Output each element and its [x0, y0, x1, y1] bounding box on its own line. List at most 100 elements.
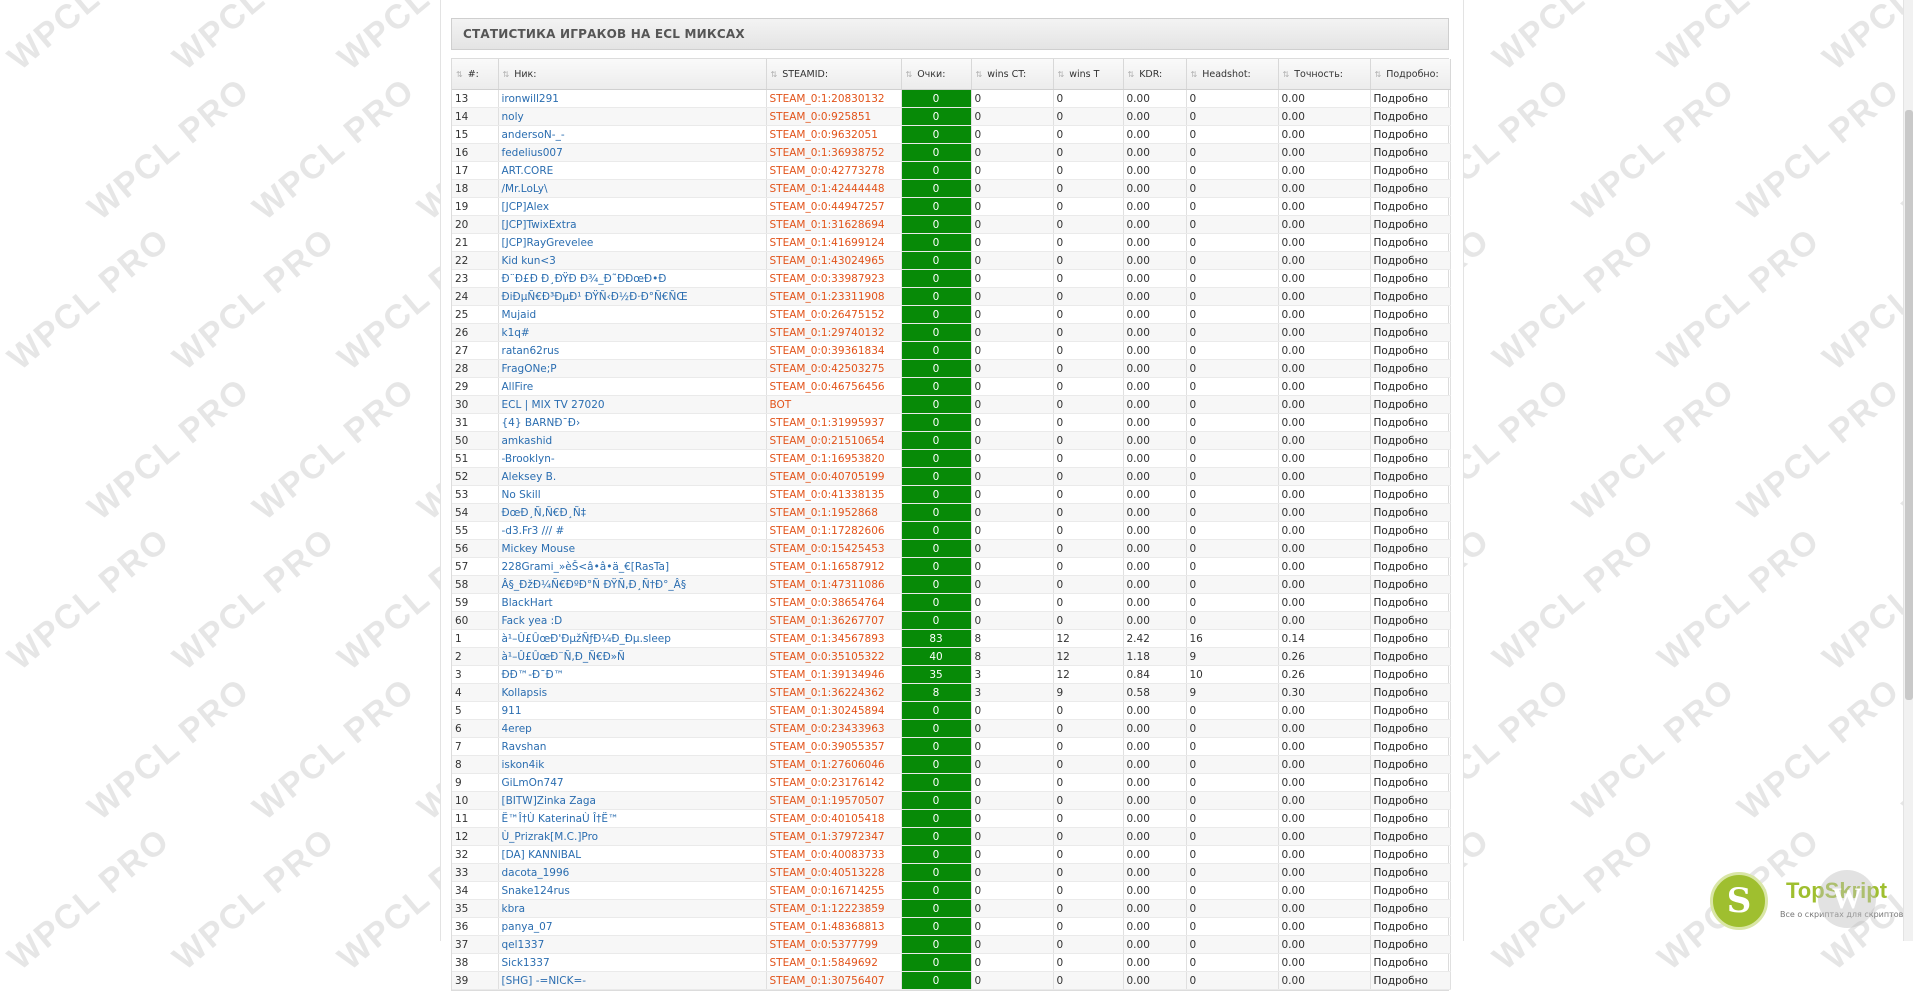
nick-link[interactable]: 4erep	[498, 719, 767, 738]
details-link[interactable]: Подробно	[1370, 791, 1451, 810]
nick-link[interactable]: Mickey Mouse	[498, 539, 767, 558]
nick-link[interactable]: ironwill291	[498, 89, 767, 108]
column-header-accuracy[interactable]: ⇅ Точность:	[1278, 59, 1371, 90]
nick-link[interactable]: GiLmOn747	[498, 773, 767, 792]
details-link[interactable]: Подробно	[1370, 485, 1451, 504]
details-link[interactable]: Подробно	[1370, 143, 1451, 162]
details-link[interactable]: Подробно	[1370, 809, 1451, 828]
nick-link[interactable]: à¹–Û£ÛœÐ¨Ñ‚Ð_Ñ€Ð»Ñ	[498, 647, 767, 666]
nick-link[interactable]: Aleksey B.	[498, 467, 767, 486]
details-link[interactable]: Подробно	[1370, 305, 1451, 324]
details-link[interactable]: Подробно	[1370, 233, 1451, 252]
nick-link[interactable]: qel1337	[498, 935, 767, 954]
nick-link[interactable]: Ravshan	[498, 737, 767, 756]
details-link[interactable]: Подробно	[1370, 539, 1451, 558]
nick-link[interactable]: No Skill	[498, 485, 767, 504]
nick-link[interactable]: FragONe;P	[498, 359, 767, 378]
nick-link[interactable]: Mujaid	[498, 305, 767, 324]
nick-link[interactable]: dacota_1996	[498, 863, 767, 882]
nick-link[interactable]: Ë™Î†Ù KaterinaÙ Î†Ë™	[498, 809, 767, 828]
details-link[interactable]: Подробно	[1370, 161, 1451, 180]
details-link[interactable]: Подробно	[1370, 125, 1451, 144]
details-link[interactable]: Подробно	[1370, 953, 1451, 972]
column-header-rank[interactable]: ⇅ #:	[452, 59, 499, 90]
details-link[interactable]: Подробно	[1370, 467, 1451, 486]
details-link[interactable]: Подробно	[1370, 755, 1451, 774]
nick-link[interactable]: [JCP]RayGrevelee	[498, 233, 767, 252]
nick-link[interactable]: noly	[498, 107, 767, 126]
details-link[interactable]: Подробно	[1370, 737, 1451, 756]
nick-link[interactable]: [BITW]Zinka Zaga	[498, 791, 767, 810]
nick-link[interactable]: [DA] KANNIBAL	[498, 845, 767, 864]
details-link[interactable]: Подробно	[1370, 899, 1451, 918]
column-header-wins-t[interactable]: ⇅ wins T	[1053, 59, 1124, 90]
details-link[interactable]: Подробно	[1370, 287, 1451, 306]
details-link[interactable]: Подробно	[1370, 593, 1451, 612]
details-link[interactable]: Подробно	[1370, 89, 1451, 108]
nick-link[interactable]: ART.CORE	[498, 161, 767, 180]
nick-link[interactable]: k1q#	[498, 323, 767, 342]
details-link[interactable]: Подробно	[1370, 863, 1451, 882]
details-link[interactable]: Подробно	[1370, 269, 1451, 288]
nick-link[interactable]: 911	[498, 701, 767, 720]
nick-link[interactable]: 228Grami_»èŠ<â•â•ä_€[RasTa]	[498, 557, 767, 576]
details-link[interactable]: Подробно	[1370, 665, 1451, 684]
nick-link[interactable]: AllFire	[498, 377, 767, 396]
details-link[interactable]: Подробно	[1370, 683, 1451, 702]
details-link[interactable]: Подробно	[1370, 647, 1451, 666]
nick-link[interactable]: ÐÐ™-Ð¯Ð™	[498, 665, 767, 684]
nick-link[interactable]: andersoN-_-	[498, 125, 767, 144]
details-link[interactable]: Подробно	[1370, 179, 1451, 198]
details-link[interactable]: Подробно	[1370, 503, 1451, 522]
nick-link[interactable]: Snake124rus	[498, 881, 767, 900]
details-link[interactable]: Подробно	[1370, 773, 1451, 792]
details-link[interactable]: Подробно	[1370, 971, 1451, 990]
details-link[interactable]: Подробно	[1370, 377, 1451, 396]
details-link[interactable]: Подробно	[1370, 521, 1451, 540]
column-header-headshot[interactable]: ⇅ Headshot:	[1186, 59, 1279, 90]
nick-link[interactable]: BlackHart	[498, 593, 767, 612]
nick-link[interactable]: fedelius007	[498, 143, 767, 162]
column-header-steamid[interactable]: ⇅ STEAMID:	[766, 59, 902, 90]
nick-link[interactable]: ÐiÐµÑ€Ð³ÐµÐ¹ ÐŸÑ‹Ð½Ð·Ð°Ñ€ÑŒ	[498, 287, 767, 306]
details-link[interactable]: Подробно	[1370, 107, 1451, 126]
details-link[interactable]: Подробно	[1370, 359, 1451, 378]
nick-link[interactable]: Fack yea :D	[498, 611, 767, 630]
nick-link[interactable]: ECL | MIX TV 27020	[498, 395, 767, 414]
nick-link[interactable]: -Brooklyn-	[498, 449, 767, 468]
details-link[interactable]: Подробно	[1370, 701, 1451, 720]
column-header-nick[interactable]: ⇅ Ник:	[498, 59, 767, 90]
details-link[interactable]: Подробно	[1370, 251, 1451, 270]
details-link[interactable]: Подробно	[1370, 323, 1451, 342]
details-link[interactable]: Подробно	[1370, 413, 1451, 432]
column-header-points[interactable]: ⇅ Очки:	[901, 59, 972, 90]
details-link[interactable]: Подробно	[1370, 197, 1451, 216]
nick-link[interactable]: ÐœÐ¸Ñ‚Ñ€Ð¸Ñ‡	[498, 503, 767, 522]
details-link[interactable]: Подробно	[1370, 215, 1451, 234]
details-link[interactable]: Подробно	[1370, 881, 1451, 900]
nick-link[interactable]: à¹–Û£ÛœÐ'ÐµžÑƒÐ¼Ð_Ðµ.sleep	[498, 629, 767, 648]
scrollbar-thumb[interactable]	[1905, 110, 1913, 700]
nick-link[interactable]: Kollapsis	[498, 683, 767, 702]
nick-link[interactable]: amkashid	[498, 431, 767, 450]
nick-link[interactable]: Ù_Prizrak[M.C.]Pro	[498, 827, 767, 846]
nick-link[interactable]: iskon4ik	[498, 755, 767, 774]
column-header-kdr[interactable]: ⇅ KDR:	[1123, 59, 1187, 90]
details-link[interactable]: Подробно	[1370, 935, 1451, 954]
nick-link[interactable]: -d3.Fr3 /// #	[498, 521, 767, 540]
details-link[interactable]: Подробно	[1370, 611, 1451, 630]
details-link[interactable]: Подробно	[1370, 845, 1451, 864]
column-header-wins-ct[interactable]: ⇅ wins CT:	[971, 59, 1054, 90]
nick-link[interactable]: Â§_ÐžÐ¼Ñ€ÐºÐ°Ñ ÐŸÑ‚Ð¸Ñ†Ð°_Â§	[498, 575, 767, 594]
nick-link[interactable]: Sick1337	[498, 953, 767, 972]
details-link[interactable]: Подробно	[1370, 449, 1451, 468]
nick-link[interactable]: Kid kun<3	[498, 251, 767, 270]
nick-link[interactable]: Ð¨Ð£Ð Ð¸ÐŸÐ Ð¾_Ð˜ÐÐœÐ•Ð	[498, 269, 767, 288]
details-link[interactable]: Подробно	[1370, 719, 1451, 738]
nick-link[interactable]: [SHG] -=NICK=-	[498, 971, 767, 990]
nick-link[interactable]: panya_07	[498, 917, 767, 936]
details-link[interactable]: Подробно	[1370, 629, 1451, 648]
nick-link[interactable]: ratan62rus	[498, 341, 767, 360]
details-link[interactable]: Подробно	[1370, 917, 1451, 936]
details-link[interactable]: Подробно	[1370, 827, 1451, 846]
